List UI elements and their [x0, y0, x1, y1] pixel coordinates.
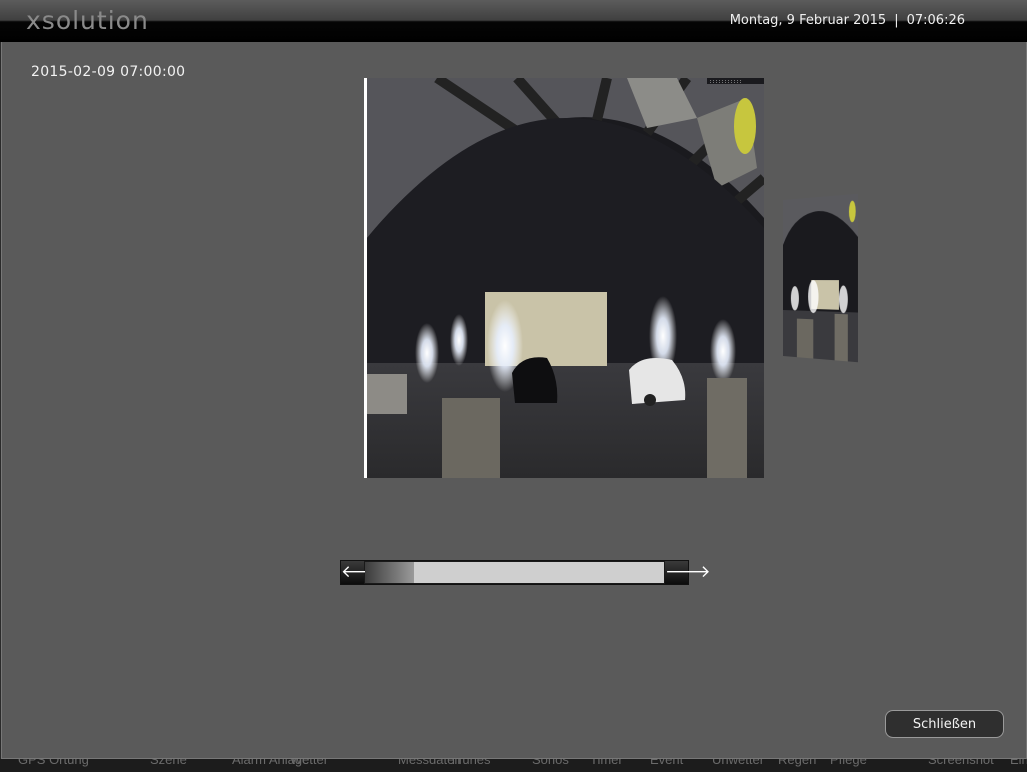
slider-track[interactable] [365, 562, 664, 583]
current-time: 07:06:26 [906, 13, 965, 28]
main-camera-image: ::::::::::: [364, 78, 764, 478]
bottom-nav-item[interactable]: Screenshot [928, 759, 994, 767]
slider-thumb[interactable] [365, 562, 414, 583]
snapshot-viewer-panel: 2015-02-09 07:00:00::::::::::: 🡐 🡒 Schl… [1, 42, 1027, 759]
bottom-nav-item[interactable]: iTunes [452, 759, 491, 767]
slider-next-button[interactable]: 🡒 [665, 561, 711, 584]
bottom-navigation: GPS Ortung Szene Alarm Anlage Wetter Messdat… [0, 759, 1027, 772]
bottom-nav-item[interactable]: GPS Ortung [18, 759, 89, 767]
date-time-separator: | [894, 13, 899, 28]
slider-prev-button[interactable]: 🡐 [341, 561, 387, 584]
arrow-right-icon: 🡒 [665, 562, 711, 581]
top-bar: xsolution Montag, 9 Februar 2015 | 07:06:2… [0, 0, 1027, 42]
next-camera-image-preview[interactable] [783, 193, 858, 363]
bottom-nav-item[interactable]: Sonos [532, 759, 569, 767]
bottom-nav-item[interactable]: Regen [778, 759, 816, 767]
bottom-nav-item[interactable]: Event [650, 759, 683, 767]
camera-snapshot-image: ::::::::::: [367, 78, 764, 478]
camera-snapshot-thumbnail [783, 193, 858, 363]
snapshot-timestamp: 2015-02-09 07:00:00 [31, 64, 186, 80]
current-date: Montag, 9 Februar 2015 [729, 13, 887, 28]
bottom-nav-item[interactable]: Wetter [290, 759, 328, 767]
bottom-nav-item[interactable]: Pflege [830, 759, 867, 767]
svg-text::::::::::::: ::::::::::: [709, 79, 742, 85]
image-slider: 🡐 🡒 [340, 560, 711, 585]
date-time-display: Montag, 9 Februar 2015 | 07:06:26 [730, 13, 965, 28]
close-button[interactable]: Schließen [885, 710, 1004, 738]
app-logo: xsolution [26, 6, 149, 35]
bottom-nav-item[interactable]: Szene [150, 759, 187, 767]
bottom-nav-item[interactable]: Timer [590, 759, 623, 767]
bottom-nav-item[interactable]: Unwetter [712, 759, 764, 767]
bottom-nav-item[interactable]: Eingangsbereich [1010, 759, 1027, 767]
